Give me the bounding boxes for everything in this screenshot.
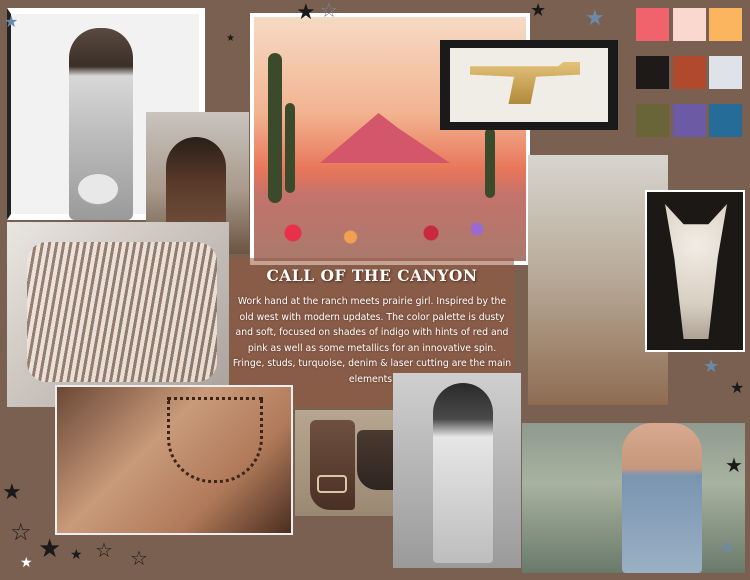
cactus-left bbox=[268, 53, 282, 203]
star-icon: ☆ bbox=[130, 546, 148, 570]
palette-swatch-coral bbox=[636, 8, 669, 41]
macrame-piece bbox=[167, 397, 263, 483]
model bbox=[622, 423, 702, 573]
palette-swatch-olive bbox=[636, 104, 669, 137]
star-icon: ★ bbox=[4, 12, 19, 31]
star-icon: ★ bbox=[725, 453, 743, 477]
star-icon: ★ bbox=[38, 534, 62, 564]
cactus-mid bbox=[285, 103, 295, 193]
model bbox=[433, 383, 493, 563]
flowers bbox=[270, 213, 500, 253]
photo-macrame-back bbox=[55, 385, 293, 535]
photo-gold-revolver bbox=[440, 40, 618, 130]
photo-fringe-jacket bbox=[7, 222, 229, 407]
palette-swatch-violet bbox=[673, 104, 706, 137]
board-title: CALL OF THE CANYON bbox=[266, 266, 478, 285]
cactus-right bbox=[485, 128, 495, 198]
star-icon: ★ bbox=[530, 0, 547, 21]
photo-bw-fringe-model bbox=[393, 373, 521, 568]
palette-swatch-rust bbox=[673, 56, 706, 89]
star-icon: ☆ bbox=[320, 0, 338, 22]
spur-buckle bbox=[317, 475, 347, 493]
star-icon: ★ bbox=[70, 547, 83, 563]
palette-swatch-silver bbox=[709, 56, 742, 89]
star-icon: ★ bbox=[703, 356, 720, 377]
skull bbox=[665, 204, 727, 339]
star-icon: ★ bbox=[730, 378, 745, 397]
star-icon: ★ bbox=[226, 33, 235, 44]
palette-swatch-blush bbox=[673, 8, 706, 41]
jacket bbox=[27, 242, 217, 382]
star-icon: ★ bbox=[585, 6, 605, 31]
hat bbox=[77, 173, 119, 205]
star-icon: ★ bbox=[296, 0, 316, 25]
boot-left bbox=[310, 420, 355, 510]
palette-swatch-apricot bbox=[709, 8, 742, 41]
star-icon: ★ bbox=[20, 555, 33, 571]
photo-denim-overalls bbox=[522, 423, 745, 573]
photo-carved-skull bbox=[645, 190, 745, 352]
palette-swatch-black bbox=[636, 56, 669, 89]
star-icon: ☆ bbox=[10, 518, 32, 546]
model bbox=[553, 170, 643, 405]
palette-swatch-indigo bbox=[709, 104, 742, 137]
star-icon: ★ bbox=[720, 538, 735, 557]
star-icon: ★ bbox=[2, 480, 22, 505]
mountain bbox=[320, 113, 450, 163]
star-icon: ☆ bbox=[95, 538, 113, 562]
